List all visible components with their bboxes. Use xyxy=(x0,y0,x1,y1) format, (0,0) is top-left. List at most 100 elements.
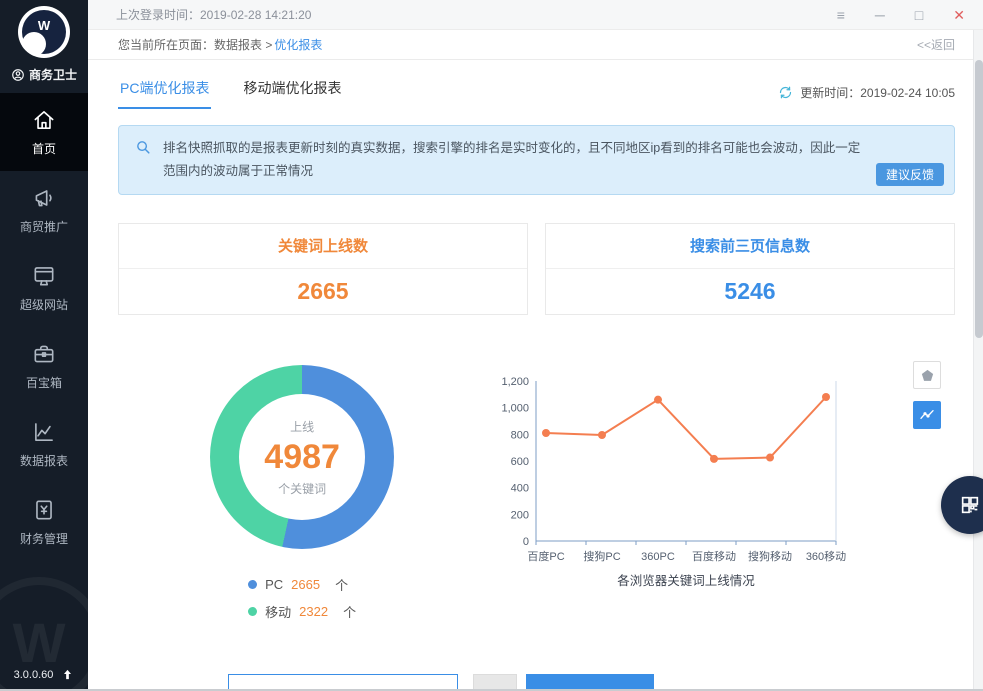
legend-dot-mobile xyxy=(248,607,257,616)
legend-item-mobile[interactable]: 移动 2322 个 xyxy=(248,602,356,621)
sidebar-item-website[interactable]: 超级网站 xyxy=(0,249,88,327)
sidebar-item-label: 超级网站 xyxy=(20,296,68,313)
card-value: 2665 xyxy=(119,269,527,314)
tabs-row: PC端优化报表 移动端优化报表 更新时间：2019-02-24 10:05 xyxy=(118,74,955,109)
logo-bite xyxy=(22,32,46,56)
finance-icon xyxy=(31,497,57,523)
user-badge-icon xyxy=(11,68,25,82)
donut-center-top: 上线 xyxy=(290,418,314,435)
sidebar-item-promotion[interactable]: 商贸推广 xyxy=(0,171,88,249)
sidebar-item-label: 首页 xyxy=(32,140,56,157)
sidebar-item-label: 百宝箱 xyxy=(26,374,62,391)
notice-text: 排名快照抓取的是报表更新时刻的真实数据，搜索引擎的排名是实时变化的，且不同地区i… xyxy=(163,141,860,178)
menu-icon[interactable]: ≡ xyxy=(837,8,845,22)
card-top3-info: 搜索前三页信息数 5246 xyxy=(545,223,955,315)
sidebar-item-label: 数据报表 xyxy=(20,452,68,469)
toolbox-icon xyxy=(31,341,57,367)
qr-code-icon xyxy=(959,494,981,516)
card-title: 关键词上线数 xyxy=(119,224,527,269)
title-bar: 上次登录时间：2019-02-28 14:21:20 ≡ ─ □ ✕ xyxy=(88,0,983,30)
svg-text:百度移动: 百度移动 xyxy=(692,549,736,563)
brand-label: 商务卫士 xyxy=(29,66,77,83)
sidebar-item-toolbox[interactable]: 百宝箱 xyxy=(0,327,88,405)
svg-text:0: 0 xyxy=(523,536,529,548)
maximize-icon[interactable]: □ xyxy=(915,8,923,22)
svg-text:搜狗PC: 搜狗PC xyxy=(584,549,621,563)
svg-text:800: 800 xyxy=(511,430,529,442)
card-title: 搜索前三页信息数 xyxy=(546,224,954,269)
sidebar-item-reports[interactable]: 数据报表 xyxy=(0,405,88,483)
donut-chart-panel: 上线 4987 个关键词 PC 2665 个 xyxy=(118,353,486,621)
donut-legend: PC 2665 个 移动 2322 个 xyxy=(248,575,356,621)
scrollbar-track[interactable] xyxy=(973,30,983,689)
sidebar-item-home[interactable]: 首页 xyxy=(0,93,88,171)
footer-gray-button[interactable] xyxy=(473,674,517,689)
line-chart-panel: 02004006008001,0001,200百度PC搜狗PC360PC百度移动… xyxy=(486,353,955,621)
stat-cards: 关键词上线数 2665 搜索前三页信息数 5246 xyxy=(118,223,955,315)
chart-toolbox xyxy=(913,361,941,429)
last-login-label: 上次登录时间：2019-02-28 14:21:20 xyxy=(116,6,311,23)
svg-text:1,000: 1,000 xyxy=(502,403,530,415)
svg-text:搜狗移动: 搜狗移动 xyxy=(748,549,792,563)
footer-blue-button[interactable] xyxy=(526,674,654,689)
svg-text:各浏览器关键词上线情况: 各浏览器关键词上线情况 xyxy=(618,573,756,588)
legend-label: 移动 xyxy=(265,602,291,621)
breadcrumb-current[interactable]: 优化报表 xyxy=(274,36,322,53)
notice-banner: 排名快照抓取的是报表更新时刻的真实数据，搜索引擎的排名是实时变化的，且不同地区i… xyxy=(118,125,955,195)
refresh-icon[interactable] xyxy=(778,85,793,100)
svg-text:600: 600 xyxy=(511,456,529,468)
legend-label: PC xyxy=(265,577,283,592)
svg-text:百度PC: 百度PC xyxy=(528,549,565,563)
browser-icon xyxy=(31,263,57,289)
legend-item-pc[interactable]: PC 2665 个 xyxy=(248,575,356,594)
donut-center-value: 4987 xyxy=(264,438,340,477)
close-icon[interactable]: ✕ xyxy=(953,8,965,22)
app-window: W 商务卫士 首页 商贸推广 超级网站 百宝箱 xyxy=(0,0,983,691)
sidebar: W 商务卫士 首页 商贸推广 超级网站 百宝箱 xyxy=(0,0,88,689)
update-arrow-icon[interactable] xyxy=(61,668,74,681)
legend-unit: 个 xyxy=(343,602,356,621)
sidebar-item-label: 财务管理 xyxy=(20,530,68,547)
scrollbar-thumb[interactable] xyxy=(975,60,983,338)
tab-pc-report[interactable]: PC端优化报表 xyxy=(118,74,211,109)
minimize-icon[interactable]: ─ xyxy=(875,8,885,22)
chart-icon xyxy=(31,419,57,445)
charts-section: 上线 4987 个关键词 PC 2665 个 xyxy=(118,353,955,621)
update-time-row: 更新时间：2019-02-24 10:05 xyxy=(778,84,955,109)
main-area: 上次登录时间：2019-02-28 14:21:20 ≡ ─ □ ✕ 您当前所在… xyxy=(88,0,983,689)
card-value: 5246 xyxy=(546,269,954,314)
back-link[interactable]: <<返回 xyxy=(917,36,955,53)
legend-unit: 个 xyxy=(335,575,348,594)
footer-cut-row xyxy=(228,674,654,689)
update-time-label: 更新时间：2019-02-24 10:05 xyxy=(800,84,955,101)
donut-center: 上线 4987 个关键词 xyxy=(239,394,365,520)
legend-value: 2322 xyxy=(299,604,335,619)
feedback-button[interactable]: 建议反馈 xyxy=(876,163,944,186)
svg-text:360PC: 360PC xyxy=(641,551,675,563)
sidebar-item-label: 商贸推广 xyxy=(20,218,68,235)
tab-mobile-report[interactable]: 移动端优化报表 xyxy=(241,74,343,109)
app-logo: W xyxy=(18,6,70,58)
svg-text:1,200: 1,200 xyxy=(502,376,530,388)
legend-dot-pc xyxy=(248,580,257,589)
version-row: 3.0.0.60 xyxy=(0,668,88,681)
brand-row: 商务卫士 xyxy=(11,66,77,83)
chart-tool-line-button[interactable] xyxy=(913,401,941,429)
chart-tool-save-button[interactable] xyxy=(913,361,941,389)
home-icon xyxy=(31,107,57,133)
card-keywords-online: 关键词上线数 2665 xyxy=(118,223,528,315)
sidebar-nav: 首页 商贸推广 超级网站 百宝箱 数据报表 财务管理 xyxy=(0,93,88,561)
window-controls: ≡ ─ □ ✕ xyxy=(837,8,965,22)
megaphone-icon xyxy=(31,185,57,211)
sidebar-item-finance[interactable]: 财务管理 xyxy=(0,483,88,561)
svg-text:360移动: 360移动 xyxy=(806,550,846,563)
version-label: 3.0.0.60 xyxy=(14,669,54,681)
donut-center-bottom: 个关键词 xyxy=(278,480,326,497)
svg-text:200: 200 xyxy=(511,510,529,522)
legend-value: 2665 xyxy=(291,577,327,592)
donut-ring[interactable]: 上线 4987 个关键词 xyxy=(210,365,394,549)
logo-letter: W xyxy=(18,18,70,33)
footer-input[interactable] xyxy=(228,674,458,689)
breadcrumb-prefix: 您当前所在页面：数据报表 > xyxy=(118,36,272,53)
page-content: PC端优化报表 移动端优化报表 更新时间：2019-02-24 10:05 排名… xyxy=(88,60,983,689)
